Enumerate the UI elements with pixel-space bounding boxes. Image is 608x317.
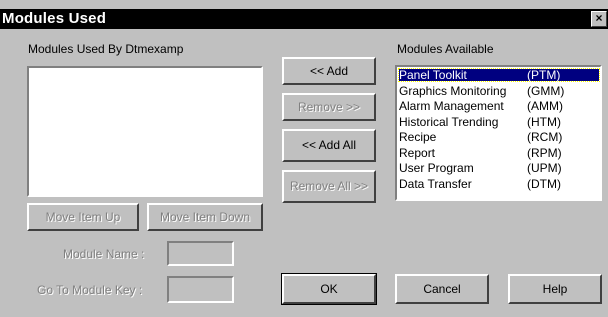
module-code: (UPM) [527,161,562,175]
list-item[interactable]: User Program (UPM) [399,162,599,174]
remove-button[interactable]: Remove >> [282,93,376,121]
remove-all-button[interactable]: Remove All >> [282,170,376,203]
module-name: Historical Trending [399,114,499,129]
add-button[interactable]: << Add [282,57,376,85]
module-name: Alarm Management [399,99,504,113]
list-item[interactable]: Recipe (RCM) [399,131,599,143]
module-code: (RCM) [527,130,563,144]
move-item-up-button[interactable]: Move Item Up [27,203,139,231]
module-code: (HTM) [527,114,561,129]
help-button[interactable]: Help [508,274,602,304]
module-code: (RPM) [527,145,562,160]
move-item-down-button[interactable]: Move Item Down [147,203,263,231]
used-modules-list[interactable] [27,66,263,197]
list-item[interactable]: Graphics Monitoring (GMM) [399,85,599,97]
module-name: Panel Toolkit [399,68,467,82]
module-name: User Program [399,161,474,175]
module-code: (DTM) [527,176,561,191]
module-code: (AMM) [527,99,563,113]
module-name: Report [399,145,436,160]
available-list-label: Modules Available [397,42,494,56]
module-name-label: Module Name : [63,247,145,261]
module-name: Graphics Monitoring [399,83,507,98]
goto-module-key-label: Go To Module Key : [37,283,143,297]
title-bar: Modules Used × [0,9,608,29]
goto-module-key-field[interactable] [167,276,234,303]
list-item[interactable]: Data Transfer (DTM) [399,178,599,190]
cancel-button[interactable]: Cancel [395,274,489,304]
window-title: Modules Used [2,10,107,27]
add-all-button[interactable]: << Add All [282,129,376,162]
module-name: Recipe [399,130,437,144]
list-item[interactable]: Report (RPM) [399,147,599,159]
module-name-field[interactable] [167,241,234,266]
close-icon[interactable]: × [591,11,607,27]
module-code: (PTM) [527,68,561,82]
list-item[interactable]: Alarm Management (AMM) [399,100,599,112]
list-item[interactable]: Panel Toolkit (PTM) [398,68,600,82]
ok-button[interactable]: OK [281,273,377,305]
available-modules-list[interactable]: Panel Toolkit (PTM) Graphics Monitoring (GM… [395,65,602,201]
module-code: (GMM) [527,83,565,98]
list-item[interactable]: Historical Trending (HTM) [399,116,599,128]
module-name: Data Transfer [399,176,472,191]
used-list-label: Modules Used By Dtmexamp [28,42,184,56]
